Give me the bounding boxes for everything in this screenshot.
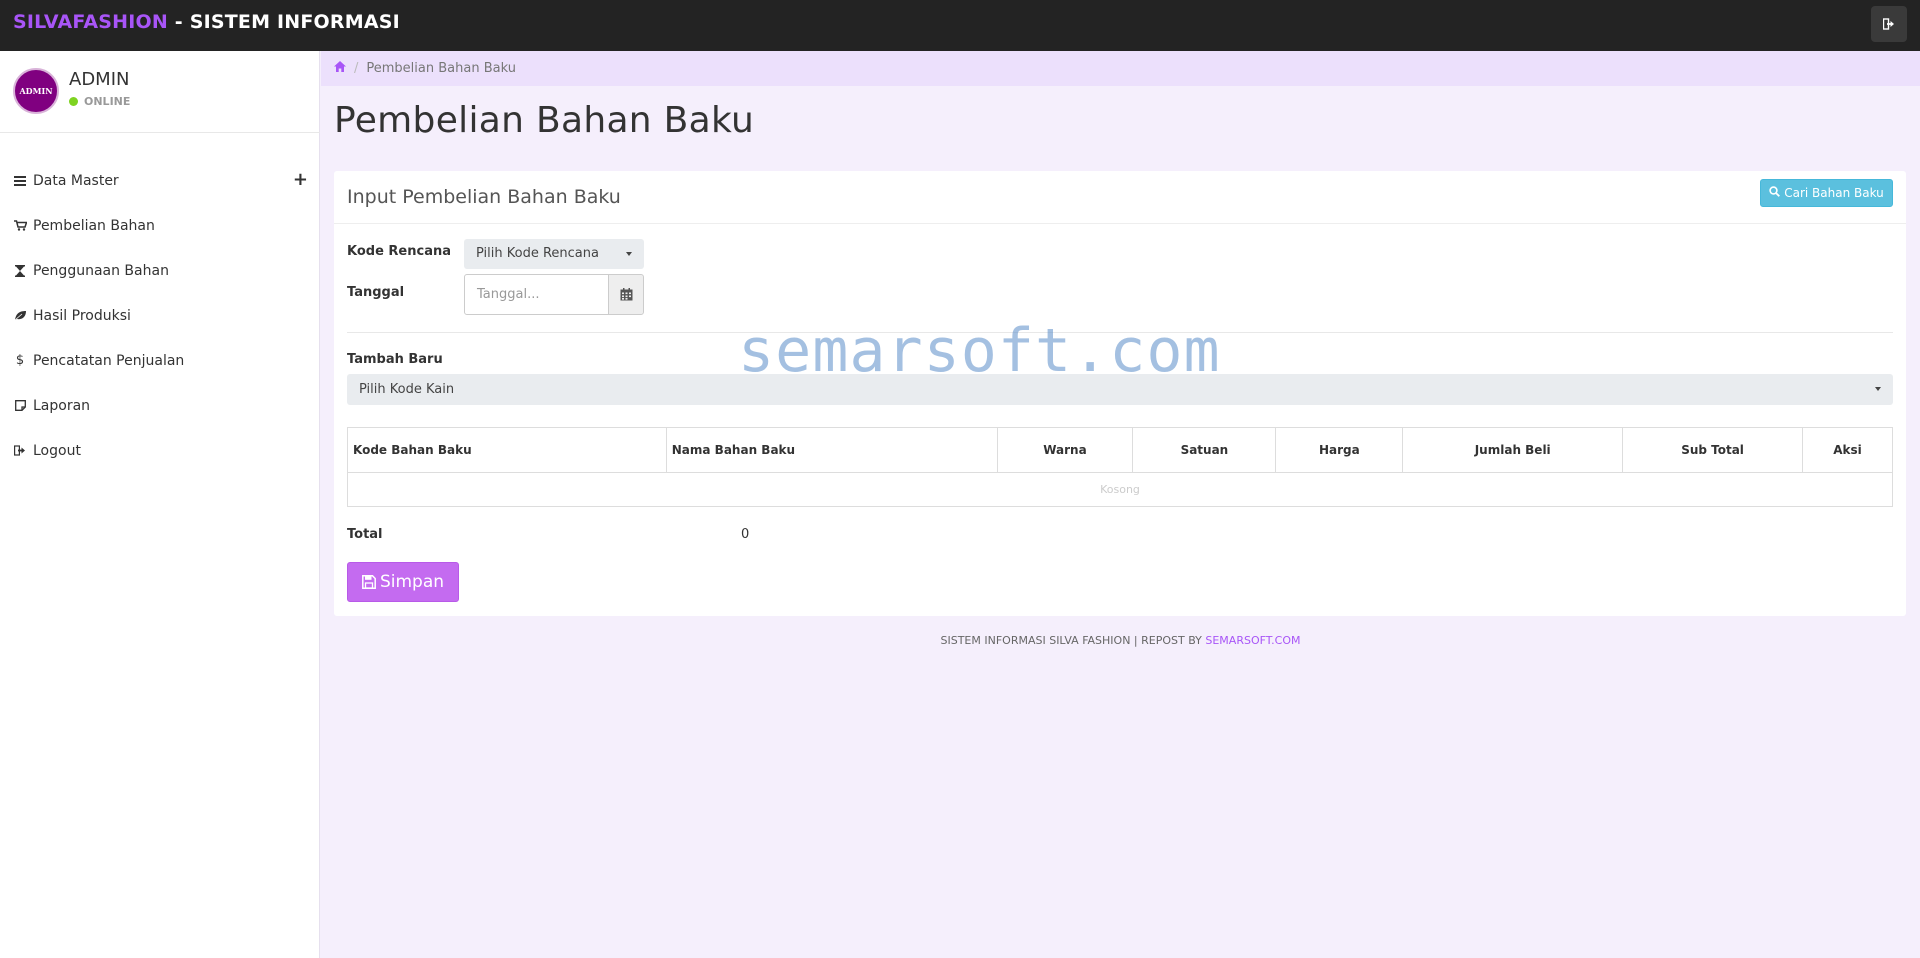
- divider: [347, 332, 1893, 333]
- sidebar-item-label: Logout: [33, 442, 81, 459]
- user-profile: ADMIN ADMIN ONLINE: [0, 51, 320, 133]
- sidebar-item-label: Data Master: [33, 172, 119, 189]
- footer: SISTEM INFORMASI SILVA FASHION | REPOST …: [321, 634, 1920, 647]
- brand-accent: SILVAFASHION: [13, 11, 168, 33]
- footer-link[interactable]: SEMARSOFT.COM: [1205, 634, 1300, 647]
- breadcrumb-current: Pembelian Bahan Baku: [366, 61, 516, 76]
- col-satuan: Satuan: [1132, 427, 1277, 473]
- sidebar-item-label: Penggunaan Bahan: [33, 262, 169, 279]
- top-navbar: SILVAFASHION - SISTEM INFORMASI: [0, 0, 1920, 51]
- panel-header: Input Pembelian Bahan Baku Cari Bahan Ba…: [334, 171, 1906, 224]
- avatar: ADMIN: [13, 68, 59, 114]
- sidebar-item-data-master[interactable]: Data Master +: [0, 158, 320, 203]
- breadcrumb: / Pembelian Bahan Baku: [321, 51, 1920, 86]
- sidebar-item-label: Hasil Produksi: [33, 307, 131, 324]
- tanggal-input[interactable]: Tanggal...: [464, 274, 609, 315]
- kode-rencana-label: Kode Rencana: [347, 244, 452, 259]
- col-aksi: Aksi: [1802, 427, 1893, 473]
- sign-out-icon: [13, 445, 27, 456]
- col-jumlah-beli: Jumlah Beli: [1402, 427, 1624, 473]
- home-icon[interactable]: [334, 61, 346, 76]
- panel-title: Input Pembelian Bahan Baku: [347, 186, 621, 208]
- save-button-label: Simpan: [379, 572, 445, 592]
- brand-title[interactable]: SILVAFASHION - SISTEM INFORMASI: [13, 11, 400, 33]
- profile-status: ONLINE: [69, 95, 130, 108]
- empty-table-message: Kosong: [347, 472, 1893, 507]
- table-header-row: Kode Bahan Baku Nama Bahan Baku Warna Sa…: [347, 427, 1893, 473]
- sidebar-menu: Data Master + Pembelian Bahan Penggunaan…: [0, 158, 320, 473]
- col-kode-bahan-baku: Kode Bahan Baku: [347, 427, 667, 473]
- search-material-button[interactable]: Cari Bahan Baku: [1760, 179, 1893, 207]
- total-label: Total: [347, 527, 383, 542]
- col-harga: Harga: [1275, 427, 1404, 473]
- sidebar-item-label: Pencatatan Penjualan: [33, 352, 185, 369]
- sidebar-item-logout[interactable]: Logout: [0, 428, 320, 473]
- hourglass-icon: [13, 264, 27, 277]
- sidebar-item-pembelian-bahan[interactable]: Pembelian Bahan: [0, 203, 320, 248]
- leaf-icon: [13, 310, 27, 321]
- table-row: Kosong: [347, 472, 1893, 507]
- tanggal-label: Tanggal: [347, 285, 405, 300]
- calendar-button[interactable]: [608, 274, 644, 315]
- col-sub-total: Sub Total: [1622, 427, 1803, 473]
- search-button-label: Cari Bahan Baku: [1784, 186, 1884, 200]
- tambah-baru-label: Tambah Baru: [347, 352, 443, 367]
- sidebar-item-hasil-produksi[interactable]: Hasil Produksi: [0, 293, 320, 338]
- save-button[interactable]: Simpan: [347, 562, 459, 602]
- input-panel: Input Pembelian Bahan Baku Cari Bahan Ba…: [334, 171, 1906, 616]
- sidebar-item-penggunaan-bahan[interactable]: Penggunaan Bahan: [0, 248, 320, 293]
- col-nama-bahan-baku: Nama Bahan Baku: [665, 427, 998, 473]
- list-icon: [13, 175, 27, 186]
- expand-plus-icon[interactable]: +: [293, 169, 308, 190]
- material-table: Kode Bahan Baku Nama Bahan Baku Warna Sa…: [347, 427, 1893, 507]
- brand-rest: - SISTEM INFORMASI: [167, 11, 400, 33]
- caret-down-icon: [1875, 387, 1881, 391]
- breadcrumb-separator: /: [354, 61, 359, 76]
- page-title: Pembelian Bahan Baku: [334, 100, 755, 141]
- footer-text: SISTEM INFORMASI SILVA FASHION | REPOST …: [940, 634, 1206, 647]
- sidebar-item-pencatatan-penjualan[interactable]: $ Pencatatan Penjualan: [0, 338, 320, 383]
- note-icon: [13, 400, 27, 411]
- kode-rencana-select[interactable]: Pilih Kode Rencana: [464, 239, 644, 269]
- floppy-disk-icon: [362, 575, 376, 589]
- sign-out-icon: [1883, 18, 1894, 30]
- status-text: ONLINE: [84, 95, 131, 108]
- sidebar: ADMIN ADMIN ONLINE Data Master + Pembeli…: [0, 51, 320, 958]
- col-warna: Warna: [996, 427, 1134, 473]
- profile-name: ADMIN: [69, 69, 130, 90]
- dollar-icon: $: [15, 353, 25, 368]
- kode-kain-select[interactable]: Pilih Kode Kain: [347, 374, 1893, 405]
- total-value: 0: [741, 527, 750, 542]
- caret-down-icon: [626, 252, 632, 256]
- online-dot-icon: [69, 97, 78, 106]
- cart-icon: [13, 220, 27, 231]
- sidebar-item-label: Laporan: [33, 397, 91, 414]
- topbar-logout-button[interactable]: [1871, 6, 1907, 42]
- sidebar-item-laporan[interactable]: Laporan: [0, 383, 320, 428]
- calendar-icon: [620, 288, 632, 301]
- tanggal-placeholder: Tanggal...: [477, 287, 540, 302]
- kode-rencana-value: Pilih Kode Rencana: [476, 246, 599, 261]
- sidebar-item-label: Pembelian Bahan: [33, 217, 155, 234]
- kode-kain-value: Pilih Kode Kain: [359, 382, 455, 397]
- search-icon: [1769, 186, 1781, 200]
